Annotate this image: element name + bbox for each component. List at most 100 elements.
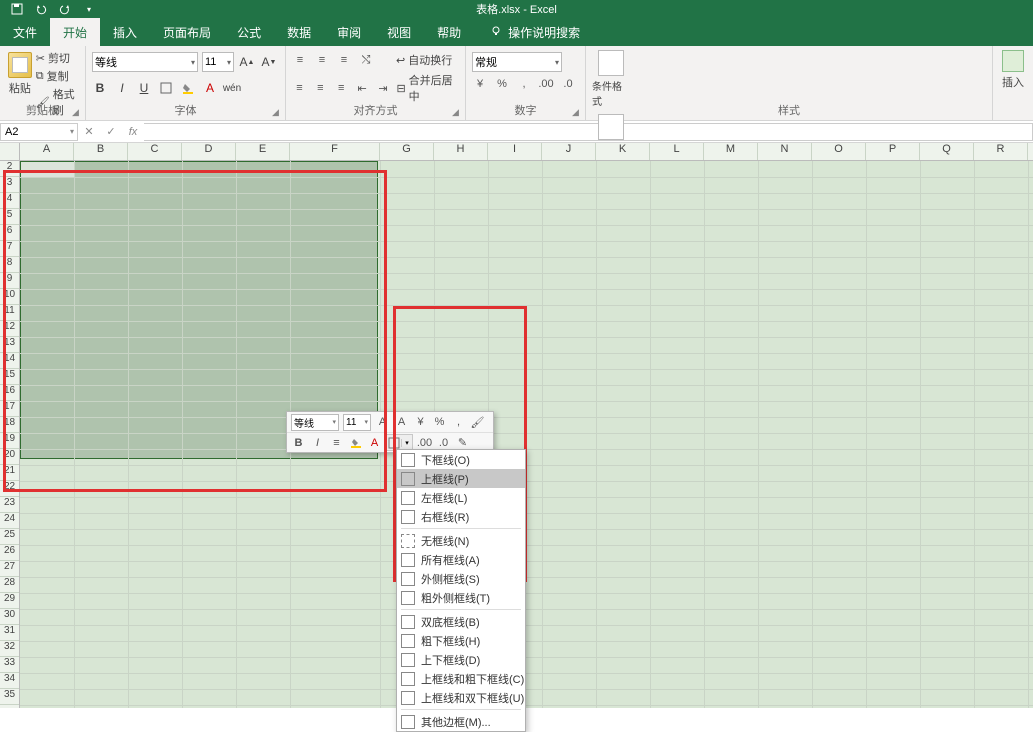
align-top-button[interactable]: ≡ (292, 52, 308, 68)
enter-formula-button[interactable]: ✓ (100, 125, 122, 138)
tab-home[interactable]: 开始 (50, 18, 100, 46)
column-header[interactable]: L (650, 143, 704, 160)
mini-painter[interactable]: 🖌 (470, 414, 485, 430)
row-header[interactable]: 19 (0, 433, 19, 449)
align-right-button[interactable]: ≡ (334, 80, 349, 96)
row-header[interactable]: 21 (0, 465, 19, 481)
row-header[interactable]: 29 (0, 593, 19, 609)
fx-button[interactable]: fx (122, 126, 144, 138)
mini-currency[interactable]: ¥ (413, 414, 428, 430)
cut-button[interactable]: ✂剪切 (36, 50, 79, 66)
phonetic-button[interactable]: wén (224, 78, 240, 98)
indent-dec-button[interactable]: ⇤ (355, 80, 370, 96)
mini-fill[interactable] (348, 435, 363, 451)
row-header[interactable]: 8 (0, 257, 19, 273)
name-box[interactable]: A2▾ (0, 123, 78, 141)
row-header[interactable]: 25 (0, 529, 19, 545)
increase-decimal-button[interactable]: .00 (538, 76, 554, 92)
number-launcher[interactable]: ◢ (572, 107, 582, 117)
mini-bold[interactable]: B (291, 435, 306, 451)
column-header[interactable]: M (704, 143, 758, 160)
tab-review[interactable]: 审阅 (324, 18, 374, 46)
comma-button[interactable]: , (516, 76, 532, 92)
shrink-font-button[interactable]: A▼ (260, 52, 278, 72)
column-header[interactable]: J (542, 143, 596, 160)
mini-grow-font[interactable]: A (375, 414, 390, 430)
redo-icon[interactable] (58, 2, 72, 16)
font-color-button[interactable]: A (202, 78, 218, 98)
row-header[interactable]: 24 (0, 513, 19, 529)
border-button[interactable] (158, 78, 174, 98)
column-header[interactable]: F (290, 143, 380, 160)
column-header[interactable]: E (236, 143, 290, 160)
indent-inc-button[interactable]: ⇥ (376, 80, 391, 96)
border-menu-item[interactable]: 上框线和粗下框线(C) (397, 669, 525, 688)
tab-view[interactable]: 视图 (374, 18, 424, 46)
row-header[interactable]: 7 (0, 241, 19, 257)
row-header[interactable]: 30 (0, 609, 19, 625)
tab-help[interactable]: 帮助 (424, 18, 474, 46)
border-menu-item[interactable]: 粗外侧框线(T) (397, 588, 525, 607)
border-menu-item[interactable]: 无框线(N) (397, 531, 525, 550)
column-header[interactable]: K (596, 143, 650, 160)
row-header[interactable]: 27 (0, 561, 19, 577)
border-dropdown-icon[interactable]: ▾ (401, 439, 412, 447)
row-header[interactable]: 5 (0, 209, 19, 225)
fill-color-button[interactable] (180, 78, 196, 98)
row-header[interactable]: 31 (0, 625, 19, 641)
font-name-combo[interactable]: 等线▾ (92, 52, 198, 72)
column-header[interactable]: P (866, 143, 920, 160)
conditional-format-button[interactable]: 条件格式 (592, 50, 630, 108)
column-header[interactable]: R (974, 143, 1028, 160)
row-header[interactable]: 4 (0, 193, 19, 209)
font-size-combo[interactable]: 11▾ (202, 52, 234, 72)
row-header[interactable]: 20 (0, 449, 19, 465)
column-header[interactable]: B (74, 143, 128, 160)
number-format-combo[interactable]: 常规▾ (472, 52, 562, 72)
orientation-button[interactable]: ⤭ (358, 52, 374, 68)
column-header[interactable]: D (182, 143, 236, 160)
column-header[interactable]: C (128, 143, 182, 160)
tab-data[interactable]: 数据 (274, 18, 324, 46)
mini-font-color[interactable]: A (367, 435, 382, 451)
border-menu-item[interactable]: 粗下框线(H) (397, 631, 525, 650)
undo-icon[interactable] (34, 2, 48, 16)
mini-percent[interactable]: % (432, 414, 447, 430)
row-header[interactable]: 28 (0, 577, 19, 593)
save-icon[interactable] (10, 2, 24, 16)
row-header[interactable]: 32 (0, 641, 19, 657)
align-launcher[interactable]: ◢ (452, 107, 462, 117)
row-header[interactable]: 12 (0, 321, 19, 337)
column-header[interactable]: I (488, 143, 542, 160)
mini-size-combo[interactable]: 11▾ (343, 414, 371, 431)
align-bottom-button[interactable]: ≡ (336, 52, 352, 68)
tell-me-search[interactable]: 操作说明搜索 (482, 18, 588, 46)
row-header[interactable]: 16 (0, 385, 19, 401)
column-header[interactable]: O (812, 143, 866, 160)
row-header[interactable]: 35 (0, 689, 19, 705)
align-middle-button[interactable]: ≡ (314, 52, 330, 68)
select-all-corner[interactable] (0, 143, 20, 160)
qat-more-icon[interactable]: ▾ (82, 2, 96, 16)
border-menu-item[interactable]: 外侧框线(S) (397, 569, 525, 588)
clipboard-launcher[interactable]: ◢ (72, 107, 82, 117)
row-header[interactable]: 23 (0, 497, 19, 513)
formula-input[interactable] (144, 123, 1033, 141)
row-header[interactable]: 14 (0, 353, 19, 369)
row-header[interactable]: 2 (0, 161, 19, 177)
border-menu-item[interactable]: 上框线(P) (397, 469, 525, 488)
decrease-decimal-button[interactable]: .0 (560, 76, 576, 92)
align-left-button[interactable]: ≡ (292, 80, 307, 96)
column-header[interactable]: G (380, 143, 434, 160)
bold-button[interactable]: B (92, 78, 108, 98)
row-header[interactable]: 22 (0, 481, 19, 497)
border-menu-item[interactable]: 双底框线(B) (397, 612, 525, 631)
tab-layout[interactable]: 页面布局 (150, 18, 224, 46)
border-menu-item[interactable]: 右框线(R) (397, 507, 525, 526)
mini-shrink-font[interactable]: A (394, 414, 409, 430)
row-header[interactable]: 26 (0, 545, 19, 561)
border-menu-item[interactable]: 其他边框(M)... (397, 712, 525, 731)
tab-insert[interactable]: 插入 (100, 18, 150, 46)
tab-formula[interactable]: 公式 (224, 18, 274, 46)
copy-button[interactable]: ⧉复制 (36, 68, 79, 84)
